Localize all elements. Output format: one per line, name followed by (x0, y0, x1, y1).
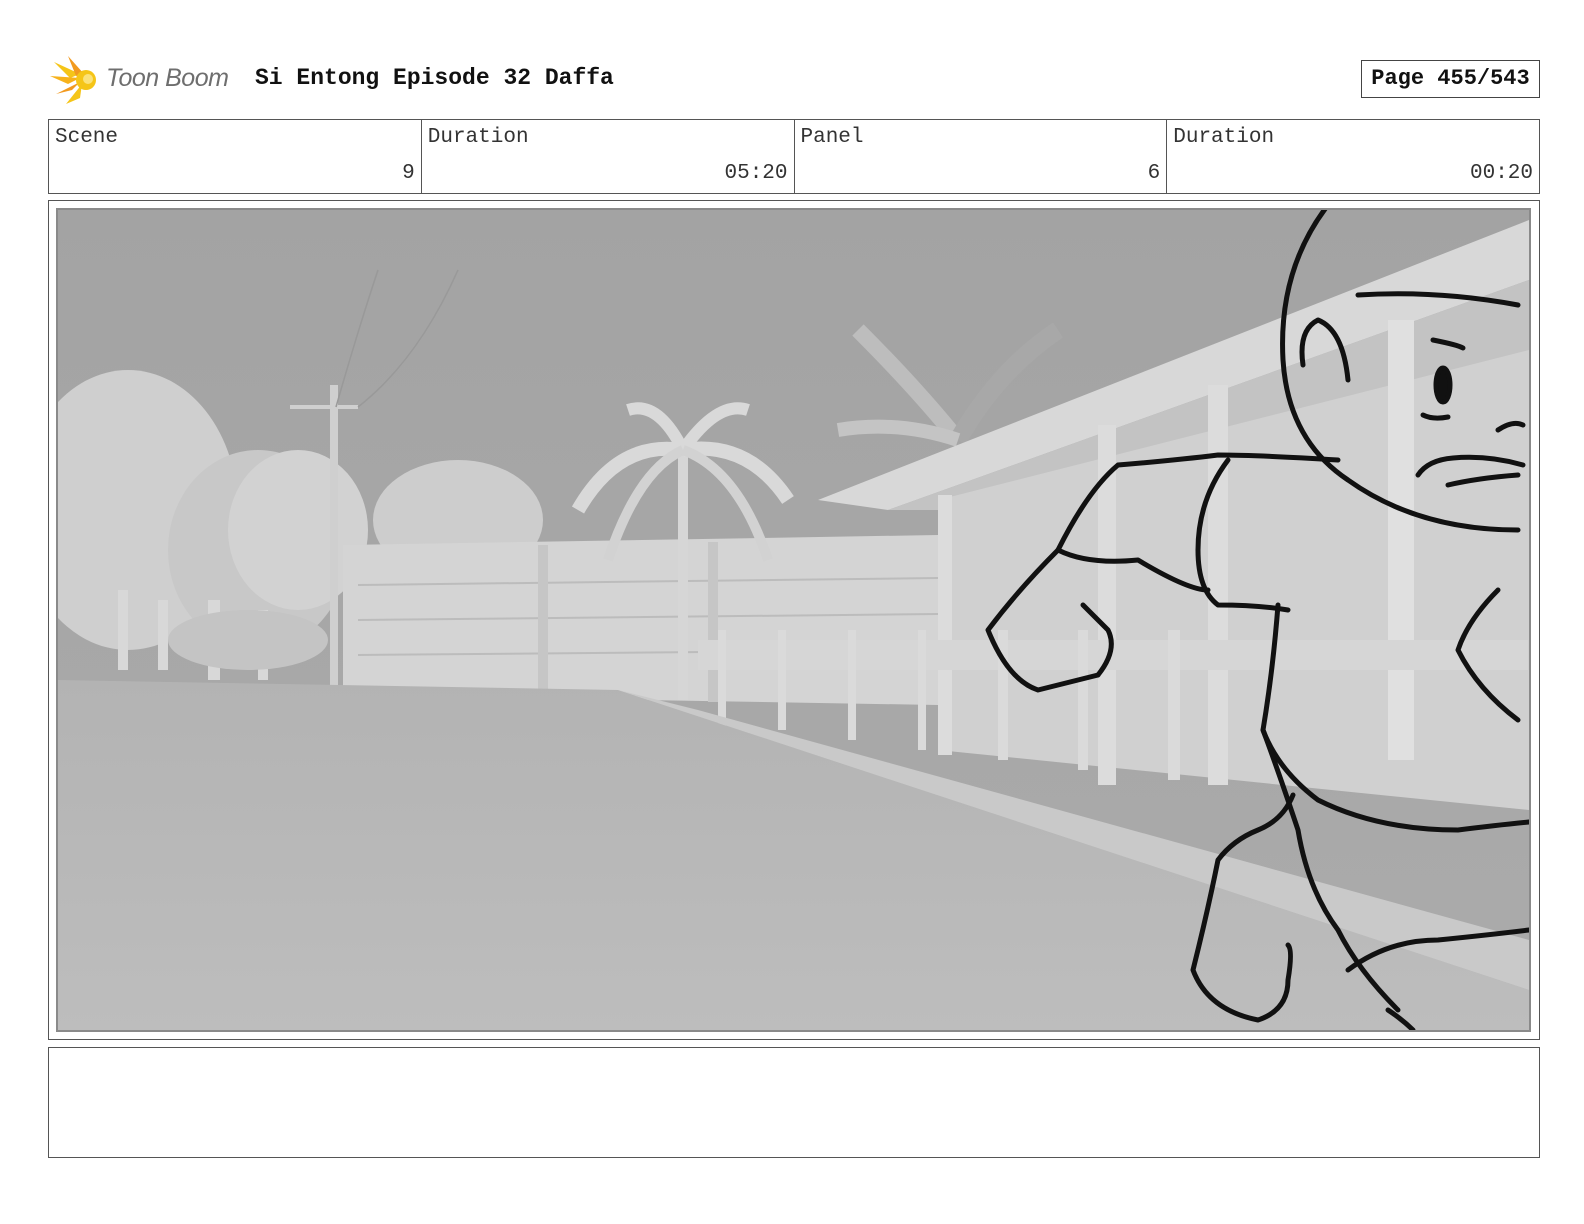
panel-duration-value: 00:20 (1469, 162, 1533, 185)
starburst-logo-icon (50, 56, 96, 104)
scene-duration-label: Duration (427, 126, 529, 149)
storyboard-panel-image (56, 208, 1531, 1032)
page-header: Toon Boom Si Entong Episode 32 Daffa Pag… (48, 52, 1540, 108)
page-number: Page 455/543 (1361, 60, 1540, 98)
storyboard-panel-frame (48, 200, 1540, 1040)
scene-duration-cell: Duration 05:20 (422, 120, 795, 193)
panel-label: Panel (800, 126, 864, 149)
scene-cell: Scene 9 (49, 120, 422, 193)
panel-value: 6 (1147, 162, 1161, 185)
toon-boom-logo: Toon Boom (50, 54, 240, 106)
panel-notes-box[interactable] (48, 1047, 1540, 1158)
scene-info-table: Scene 9 Duration 05:20 Panel 6 Duration … (48, 119, 1540, 194)
panel-drawing (58, 210, 1529, 1030)
logo-wordmark: Toon Boom (106, 64, 229, 92)
panel-duration-cell: Duration 00:20 (1167, 120, 1539, 193)
scene-value: 9 (402, 162, 415, 185)
scene-duration-value: 05:20 (724, 162, 788, 185)
panel-duration-label: Duration (1173, 126, 1275, 149)
project-title: Si Entong Episode 32 Daffa (255, 65, 614, 91)
scene-label: Scene (55, 126, 119, 149)
panel-cell: Panel 6 (795, 120, 1168, 193)
